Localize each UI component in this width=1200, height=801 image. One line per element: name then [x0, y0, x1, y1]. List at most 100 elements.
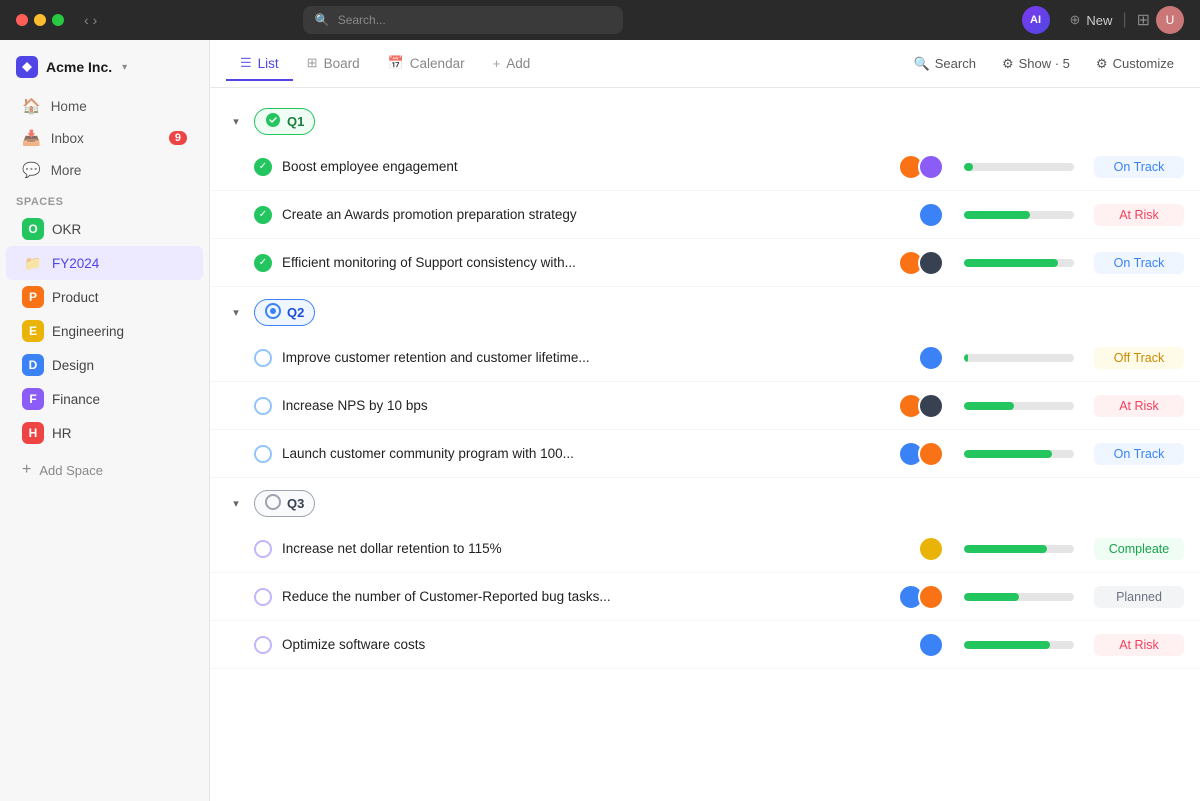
table-row[interactable]: ⠿⠿ Increase NPS by 10 bps At Risk — [210, 382, 1200, 430]
forward-icon[interactable]: › — [93, 12, 98, 28]
task-name: Reduce the number of Customer-Reported b… — [282, 589, 898, 604]
group-header-q2[interactable]: ▾ Q2 — [210, 287, 1200, 334]
task-avatars — [898, 154, 944, 180]
table-row[interactable]: ⠿⠿ Launch customer community program wit… — [210, 430, 1200, 478]
task-checkbox[interactable] — [254, 588, 272, 606]
tab-list[interactable]: ☰ List — [226, 47, 293, 81]
task-checkbox[interactable] — [254, 445, 272, 463]
group-header-q1[interactable]: ▾ Q1 — [210, 96, 1200, 143]
brand-header[interactable]: Acme Inc. ▾ — [0, 48, 209, 90]
maximize-button[interactable] — [52, 14, 64, 26]
progress-bar-container — [964, 450, 1074, 458]
group-header-q3[interactable]: ▾ Q3 — [210, 478, 1200, 525]
back-icon[interactable]: ‹ — [84, 12, 89, 28]
task-name: Boost employee engagement — [282, 159, 898, 174]
status-badge[interactable]: On Track — [1094, 443, 1184, 465]
okr-icon: O — [22, 218, 44, 240]
task-avatars — [918, 632, 944, 658]
task-name: Efficient monitoring of Support consiste… — [282, 255, 898, 270]
inbox-badge: 9 — [169, 131, 187, 145]
product-icon: P — [22, 286, 44, 308]
chevron-q3-icon[interactable]: ▾ — [226, 494, 246, 514]
table-row[interactable]: ⠿⠿ Increase net dollar retention to 115%… — [210, 525, 1200, 573]
finance-icon: F — [22, 388, 44, 410]
add-icon: + — [493, 56, 501, 71]
window-controls — [16, 14, 64, 26]
task-avatars — [898, 250, 944, 276]
new-button[interactable]: New — [1086, 13, 1112, 28]
task-avatars — [898, 584, 944, 610]
table-row[interactable]: ⠿⠿ ✓ Create an Awards promotion preparat… — [210, 191, 1200, 239]
task-checkbox[interactable]: ✓ — [254, 254, 272, 272]
chevron-q2-icon[interactable]: ▾ — [226, 303, 246, 323]
task-checkbox[interactable] — [254, 397, 272, 415]
sidebar-item-design[interactable]: D Design — [6, 348, 203, 382]
sidebar-item-product[interactable]: P Product — [6, 280, 203, 314]
group-status-icon — [265, 494, 281, 513]
progress-bar — [964, 402, 1014, 410]
user-avatar[interactable]: U — [1156, 6, 1184, 34]
show-button[interactable]: ⚙ Show · 5 — [992, 51, 1080, 77]
close-button[interactable] — [16, 14, 28, 26]
avatar — [918, 250, 944, 276]
status-badge[interactable]: Compleate — [1094, 538, 1184, 560]
hr-icon: H — [22, 422, 44, 444]
progress-bar-container — [964, 354, 1074, 362]
minimize-button[interactable] — [34, 14, 46, 26]
search-placeholder: Search... — [338, 13, 386, 27]
ai-button[interactable]: AI — [1022, 6, 1050, 34]
group-badge-q3: Q3 — [254, 490, 315, 517]
task-avatars — [918, 202, 944, 228]
table-row[interactable]: ⠿⠿ Reduce the number of Customer-Reporte… — [210, 573, 1200, 621]
sidebar-item-home[interactable]: 🏠 Home — [6, 90, 203, 122]
sidebar-item-finance[interactable]: F Finance — [6, 382, 203, 416]
status-badge[interactable]: At Risk — [1094, 204, 1184, 226]
customize-icon: ⚙ — [1096, 56, 1108, 72]
nav-arrows[interactable]: ‹ › — [84, 12, 97, 28]
inbox-icon: 📥 — [22, 129, 41, 147]
sidebar-item-label: More — [51, 163, 82, 178]
status-badge[interactable]: Off Track — [1094, 347, 1184, 369]
search-button[interactable]: 🔍 Search — [904, 51, 986, 77]
sidebar-item-okr[interactable]: O OKR — [6, 212, 203, 246]
task-name: Increase net dollar retention to 115% — [282, 541, 918, 556]
add-space-button[interactable]: + Add Space — [6, 454, 203, 486]
status-badge[interactable]: At Risk — [1094, 634, 1184, 656]
sidebar-item-engineering[interactable]: E Engineering — [6, 314, 203, 348]
task-checkbox[interactable]: ✓ — [254, 206, 272, 224]
avatar — [918, 441, 944, 467]
sidebar-item-hr[interactable]: H HR — [6, 416, 203, 450]
grid-icon[interactable]: ⊞ — [1137, 10, 1150, 30]
task-checkbox[interactable]: ✓ — [254, 158, 272, 176]
global-search-bar[interactable]: 🔍 Search... — [303, 6, 623, 34]
customize-button[interactable]: ⚙ Customize — [1086, 51, 1184, 77]
task-checkbox[interactable] — [254, 349, 272, 367]
task-checkbox[interactable] — [254, 636, 272, 654]
group-badge-q1: Q1 — [254, 108, 315, 135]
toolbar: ☰ List ⊞ Board 📅 Calendar + Add 🔍 Search — [210, 40, 1200, 88]
table-row[interactable]: ⠿⠿ Optimize software costs At Risk — [210, 621, 1200, 669]
table-row[interactable]: ⠿⠿ Improve customer retention and custom… — [210, 334, 1200, 382]
sidebar-item-more[interactable]: 💬 More — [6, 154, 203, 186]
progress-bar — [964, 163, 973, 171]
chevron-q1-icon[interactable]: ▾ — [226, 112, 246, 132]
status-badge[interactable]: At Risk — [1094, 395, 1184, 417]
tab-add[interactable]: + Add — [479, 48, 545, 81]
status-badge[interactable]: On Track — [1094, 156, 1184, 178]
table-row[interactable]: ⠿⠿ ✓ Boost employee engagement On Track — [210, 143, 1200, 191]
status-badge[interactable]: On Track — [1094, 252, 1184, 274]
status-badge[interactable]: Planned — [1094, 586, 1184, 608]
engineering-icon: E — [22, 320, 44, 342]
table-row[interactable]: ⠿⠿ ✓ Efficient monitoring of Support con… — [210, 239, 1200, 287]
task-checkbox[interactable] — [254, 540, 272, 558]
tab-calendar[interactable]: 📅 Calendar — [374, 47, 479, 81]
space-label: HR — [52, 426, 72, 441]
avatar — [918, 536, 944, 562]
sidebar-item-fy2024[interactable]: 📁 FY2024 — [6, 246, 203, 280]
progress-bar — [964, 545, 1047, 553]
tab-board[interactable]: ⊞ Board — [293, 47, 374, 81]
titlebar: ‹ › 🔍 Search... AI ⊕ New | ⊞ U — [0, 0, 1200, 40]
sidebar-item-inbox[interactable]: 📥 Inbox 9 — [6, 122, 203, 154]
search-icon: 🔍 — [914, 56, 930, 72]
space-label: OKR — [52, 222, 81, 237]
